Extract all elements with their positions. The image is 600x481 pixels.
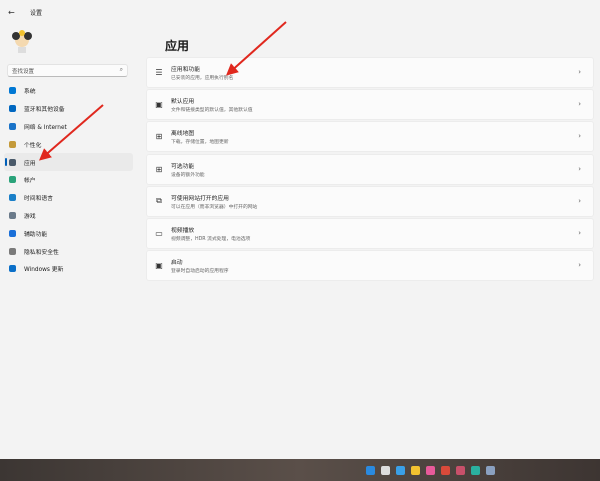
sidebar-item-label: 辅助功能 <box>24 231 48 238</box>
sidebar-item-label: 时间和语言 <box>24 196 53 203</box>
search-input[interactable]: 查找设置 ⌕ <box>7 64 128 77</box>
card-subtitle: 可以在应用（而非浏览器）中打开的网站 <box>171 204 258 210</box>
update-icon <box>9 265 16 273</box>
app-icon[interactable] <box>455 465 465 475</box>
optional-features-icon: ⊞ <box>155 164 163 174</box>
sidebar-item[interactable]: 时间和语言 <box>4 189 133 207</box>
sidebar-item-label: 个性化 <box>24 142 42 149</box>
accessibility-icon <box>9 229 16 237</box>
chevron-right-icon: › <box>578 228 581 237</box>
card-subtitle: 已安装的应用，应用执行别名 <box>171 76 234 81</box>
settings-card[interactable]: ▭ 视频播放视频调整，HDR 流式处理，电池选项 › <box>146 217 594 249</box>
search-icon[interactable] <box>380 465 390 475</box>
user-avatar[interactable] <box>10 30 34 54</box>
edge-icon[interactable] <box>470 465 480 475</box>
settings-card[interactable]: ⧉ 可使用网站打开的应用可以在应用（而非浏览器）中打开的网站 › <box>146 185 594 217</box>
search-icon[interactable]: ⌕ <box>120 66 123 74</box>
default-apps-icon: ▣ <box>155 100 163 110</box>
sidebar-item[interactable]: 应用 <box>4 153 133 171</box>
file-explorer-icon[interactable] <box>410 465 420 475</box>
back-arrow-icon[interactable]: ← <box>8 8 22 17</box>
card-title: 启动 <box>171 260 183 267</box>
card-subtitle: 设备的额外功能 <box>171 172 205 178</box>
title-bar: ← 设置 <box>0 0 600 24</box>
card-subtitle: 视频调整，HDR 流式处理，电池选项 <box>171 236 251 242</box>
card-subtitle: 文件和链接类型的默认值，其他默认值 <box>171 108 253 114</box>
sidebar-item[interactable]: 帐户 <box>4 171 133 189</box>
chevron-right-icon: › <box>578 261 581 270</box>
sidebar-item[interactable]: 隐私和安全性 <box>4 242 133 260</box>
list-icon: ☰ <box>155 68 163 77</box>
browser-icon[interactable] <box>425 465 435 475</box>
sidebar-nav: 系统蓝牙和其他设备 网络 & Internet 个性化应用帐户时间和语言游戏辅助功能… <box>4 82 133 278</box>
video-icon: ▭ <box>155 228 163 238</box>
sidebar-item-label: 帐户 <box>24 178 36 185</box>
sidebar-item[interactable]: 游戏 <box>4 207 133 225</box>
sidebar-item-label: 应用 <box>24 160 36 167</box>
sidebar-item[interactable]: 网络 & Internet <box>4 118 133 136</box>
taskbar <box>0 459 600 481</box>
settings-cards: ☰ 应用和功能已安装的应用，应用执行别名 › ▣ 默认应用文件和链接类型的默认值，其他默… <box>146 57 594 282</box>
sidebar-item-label: 网络 & Internet <box>24 124 67 131</box>
chevron-right-icon: › <box>578 100 581 109</box>
chrome-icon[interactable] <box>440 465 450 475</box>
network-icon <box>9 122 16 130</box>
sidebar-item[interactable]: 辅助功能 <box>4 224 133 242</box>
account-icon <box>9 176 16 184</box>
sidebar-item-label: 蓝牙和其他设备 <box>24 107 65 114</box>
settings-card[interactable]: ▣ 默认应用文件和链接类型的默认值，其他默认值 › <box>146 89 594 121</box>
sidebar-item-label: Windows 更新 <box>24 267 64 274</box>
settings-card[interactable]: ☰ 应用和功能已安装的应用，应用执行别名 › <box>146 57 594 88</box>
time-language-icon <box>9 194 16 202</box>
card-subtitle: 下载，存储位置，地图更新 <box>171 140 229 146</box>
card-title: 可选功能 <box>171 163 195 170</box>
settings-card[interactable]: ⊞ 离线地图下载，存储位置，地图更新 › <box>146 121 594 153</box>
shield-icon <box>9 247 16 255</box>
map-icon: ⊞ <box>155 132 163 142</box>
card-title: 离线地图 <box>171 131 195 138</box>
search-placeholder: 查找设置 <box>12 68 35 75</box>
sidebar-item[interactable]: 蓝牙和其他设备 <box>4 100 133 118</box>
card-title: 应用和功能 <box>171 67 200 73</box>
settings-card[interactable]: ⊞ 可选功能设备的额外功能 › <box>146 153 594 185</box>
sidebar-item-label: 系统 <box>24 89 36 96</box>
bluetooth-icon <box>9 105 16 113</box>
task-view-icon[interactable] <box>395 465 405 475</box>
sidebar-item[interactable]: 系统 <box>4 82 133 100</box>
card-title: 可使用网站打开的应用 <box>171 195 229 202</box>
chevron-right-icon: › <box>578 68 581 76</box>
brush-icon <box>9 140 16 148</box>
card-title: 默认应用 <box>171 99 195 106</box>
chevron-right-icon: › <box>578 164 581 173</box>
gaming-icon <box>9 211 16 219</box>
window-title: 设置 <box>30 9 43 17</box>
startup-icon: ▣ <box>155 261 163 271</box>
chevron-right-icon: › <box>578 196 581 205</box>
card-title: 视频播放 <box>171 227 195 234</box>
system-icon <box>9 87 16 95</box>
chevron-right-icon: › <box>578 132 581 141</box>
settings-icon[interactable] <box>485 465 495 475</box>
web-apps-icon: ⧉ <box>156 196 162 206</box>
settings-card[interactable]: ▣ 启动登录时自动启动的应用程序 › <box>146 250 594 282</box>
sidebar-item-label: 游戏 <box>24 213 36 220</box>
sidebar-item[interactable]: Windows 更新 <box>4 260 133 278</box>
apps-icon <box>9 158 16 166</box>
card-subtitle: 登录时自动启动的应用程序 <box>171 269 229 275</box>
page-title: 应用 <box>165 39 190 53</box>
sidebar-item[interactable]: 个性化 <box>4 135 133 153</box>
start-icon[interactable] <box>365 465 375 475</box>
sidebar-item-label: 隐私和安全性 <box>24 249 59 256</box>
